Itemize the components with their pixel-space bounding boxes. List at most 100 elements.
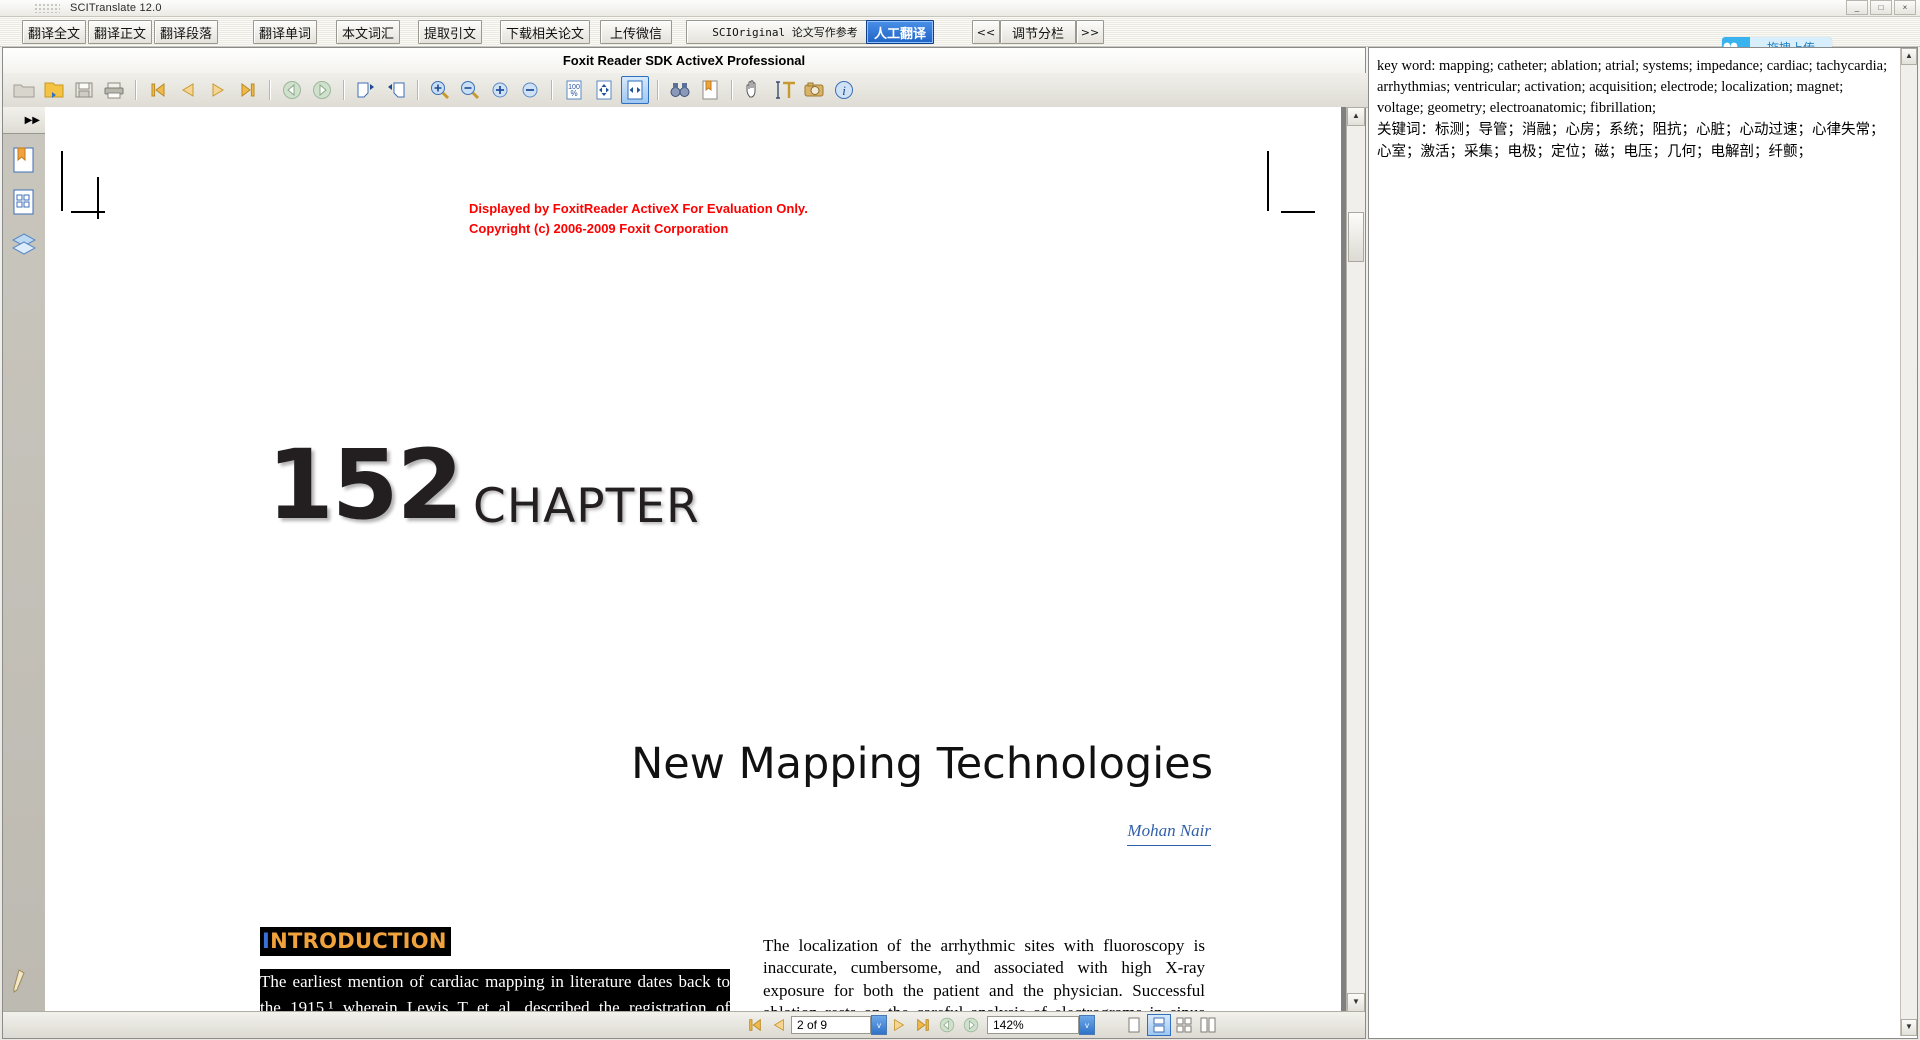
translate-word-button[interactable]: 翻译单词: [253, 20, 317, 44]
status-previous-page-icon[interactable]: [767, 1015, 791, 1035]
window-titlebar: SCITranslate 12.0 _ □ ×: [0, 0, 1920, 17]
status-go-forward-icon[interactable]: [959, 1015, 983, 1035]
right-text-column[interactable]: The localization of the arrhythmic sites…: [763, 935, 1205, 1012]
continuous-view-button[interactable]: [1147, 1014, 1171, 1036]
fit-page-icon[interactable]: [591, 77, 617, 103]
section-heading-initial: I: [262, 929, 270, 953]
single-page-view-button[interactable]: [1123, 1015, 1145, 1035]
snapshot-icon[interactable]: [801, 77, 827, 103]
status-last-page-icon[interactable]: [911, 1015, 935, 1035]
zoom-out-icon[interactable]: [457, 77, 483, 103]
selected-paragraph[interactable]: The earliest mention of cardiac mapping …: [260, 969, 730, 1012]
go-back-icon[interactable]: [279, 77, 305, 103]
status-first-page-icon[interactable]: [743, 1015, 767, 1035]
article-vocabulary-button[interactable]: 本文词汇: [336, 20, 400, 44]
keyword-chinese-text[interactable]: 关键词：标测；导管；消融；心房；系统；阻抗；心脏；心动过速；心律失常；心室；激活…: [1377, 120, 1893, 164]
pdf-side-panel: ▶▶: [3, 107, 46, 1012]
output-scroll-down-button[interactable]: ▼: [1901, 1019, 1917, 1036]
column-prev-button[interactable]: <<: [972, 20, 1000, 44]
maximize-button[interactable]: □: [1870, 0, 1892, 15]
toolbar-separator: [135, 80, 137, 100]
chapter-number: 152: [267, 429, 461, 541]
thumbnail-panel-icon[interactable]: [8, 186, 40, 218]
app-title: SCITranslate 12.0: [70, 2, 162, 14]
download-related-papers-button[interactable]: 下载相关论文: [500, 20, 590, 44]
increase-icon[interactable]: [487, 77, 513, 103]
go-forward-icon[interactable]: [309, 77, 335, 103]
page-number-field[interactable]: 2 of 9: [791, 1016, 871, 1034]
print-icon[interactable]: [101, 77, 127, 103]
translation-output-pane: key word: mapping; catheter; ablation; a…: [1368, 47, 1918, 1039]
facing-view-button[interactable]: [1173, 1015, 1195, 1035]
main-toolbar: 翻译全文 翻译正文 翻译段落 翻译单词 本文词汇 提取引文 下载相关论文 上传微…: [0, 17, 1920, 47]
status-go-back-icon[interactable]: [935, 1015, 959, 1035]
pdf-toolbar: 100%: [3, 73, 1373, 108]
decrease-icon[interactable]: [517, 77, 543, 103]
about-icon[interactable]: i: [831, 77, 857, 103]
scitranslate-window: SCITranslate 12.0 _ □ × 河东软件园 www.pc0359…: [0, 0, 1920, 1040]
scroll-up-button[interactable]: ▲: [1347, 107, 1365, 126]
toolbar-separator: [269, 80, 271, 100]
section-heading-rest: NTRODUCTION: [270, 929, 447, 953]
bookmark-panel-icon[interactable]: [8, 144, 40, 176]
rotate-clockwise-icon[interactable]: [353, 77, 379, 103]
left-text-column[interactable]: INTRODUCTION The earliest mention of car…: [260, 927, 730, 1012]
rotate-counterclockwise-icon[interactable]: [383, 77, 409, 103]
column-adjust-button[interactable]: 调节分栏: [1000, 20, 1076, 44]
scroll-thumb[interactable]: [1348, 212, 1364, 262]
toolbar-separator: [551, 80, 553, 100]
pdf-document-area: ▶▶ D: [3, 107, 1365, 1012]
continuous-facing-view-button[interactable]: [1197, 1015, 1219, 1035]
human-translation-button[interactable]: 人工翻译: [866, 20, 934, 44]
bookmark-icon[interactable]: [697, 77, 723, 103]
translate-body-button[interactable]: 翻译正文: [88, 20, 152, 44]
layers-panel-icon[interactable]: [8, 228, 40, 260]
scroll-down-button[interactable]: ▼: [1347, 993, 1365, 1012]
attachment-panel-icon[interactable]: [11, 968, 33, 994]
minimize-button[interactable]: _: [1846, 0, 1868, 15]
svg-text:%: %: [570, 89, 577, 98]
evaluation-watermark: Displayed by FoxitReader ActiveX For Eva…: [469, 199, 808, 239]
window-controls[interactable]: _ □ ×: [1846, 0, 1916, 15]
zoom-dropdown-button[interactable]: v: [1079, 1015, 1095, 1035]
next-page-icon[interactable]: [205, 77, 231, 103]
first-page-icon[interactable]: [145, 77, 171, 103]
last-page-icon[interactable]: [235, 77, 261, 103]
section-heading: INTRODUCTION: [260, 927, 451, 956]
zoom-level-field[interactable]: 142%: [987, 1016, 1079, 1034]
evaluation-line-2: Copyright (c) 2006-2009 Foxit Corporatio…: [469, 219, 808, 239]
keyword-english-text[interactable]: key word: mapping; catheter; ablation; a…: [1377, 56, 1893, 119]
find-icon[interactable]: [667, 77, 693, 103]
page-scrollbar[interactable]: ▲ ▼: [1346, 107, 1365, 1012]
open-file-icon[interactable]: [11, 77, 37, 103]
svg-text:i: i: [842, 83, 846, 98]
previous-page-icon[interactable]: [175, 77, 201, 103]
pdf-page[interactable]: Displayed by FoxitReader ActiveX For Eva…: [45, 107, 1341, 1012]
output-scroll-up-button[interactable]: ▲: [1901, 48, 1917, 65]
page-dropdown-button[interactable]: v: [871, 1015, 887, 1035]
actual-size-icon[interactable]: 100%: [561, 77, 587, 103]
zoom-in-icon[interactable]: [427, 77, 453, 103]
toolbar-separator: [731, 80, 733, 100]
translate-paragraph-button[interactable]: 翻译段落: [154, 20, 218, 44]
status-next-page-icon[interactable]: [887, 1015, 911, 1035]
output-scrollbar[interactable]: ▲ ▼: [1900, 48, 1917, 1036]
close-button[interactable]: ×: [1894, 0, 1916, 15]
column-next-button[interactable]: >>: [1076, 20, 1104, 44]
hand-tool-icon[interactable]: [741, 77, 767, 103]
open-folder-icon[interactable]: [41, 77, 67, 103]
translate-full-text-button[interactable]: 翻译全文: [22, 20, 86, 44]
fit-width-icon[interactable]: [621, 76, 649, 104]
chapter-word: CHAPTER: [473, 479, 700, 534]
save-icon[interactable]: [71, 77, 97, 103]
select-text-icon[interactable]: [771, 77, 797, 103]
toolbar-separator: [657, 80, 659, 100]
evaluation-line-1: Displayed by FoxitReader ActiveX For Eva…: [469, 199, 808, 219]
document-title: New Mapping Technologies: [631, 739, 1213, 789]
toolbar-separator: [417, 80, 419, 100]
upload-wechat-button[interactable]: 上传微信: [600, 20, 672, 44]
extract-citation-button[interactable]: 提取引文: [418, 20, 482, 44]
window-grip: [34, 3, 60, 13]
sci-original-writing-reference-button[interactable]: SCIOriginal 论文写作参考: [686, 20, 884, 44]
panel-collapse-button[interactable]: ▶▶: [3, 107, 45, 134]
